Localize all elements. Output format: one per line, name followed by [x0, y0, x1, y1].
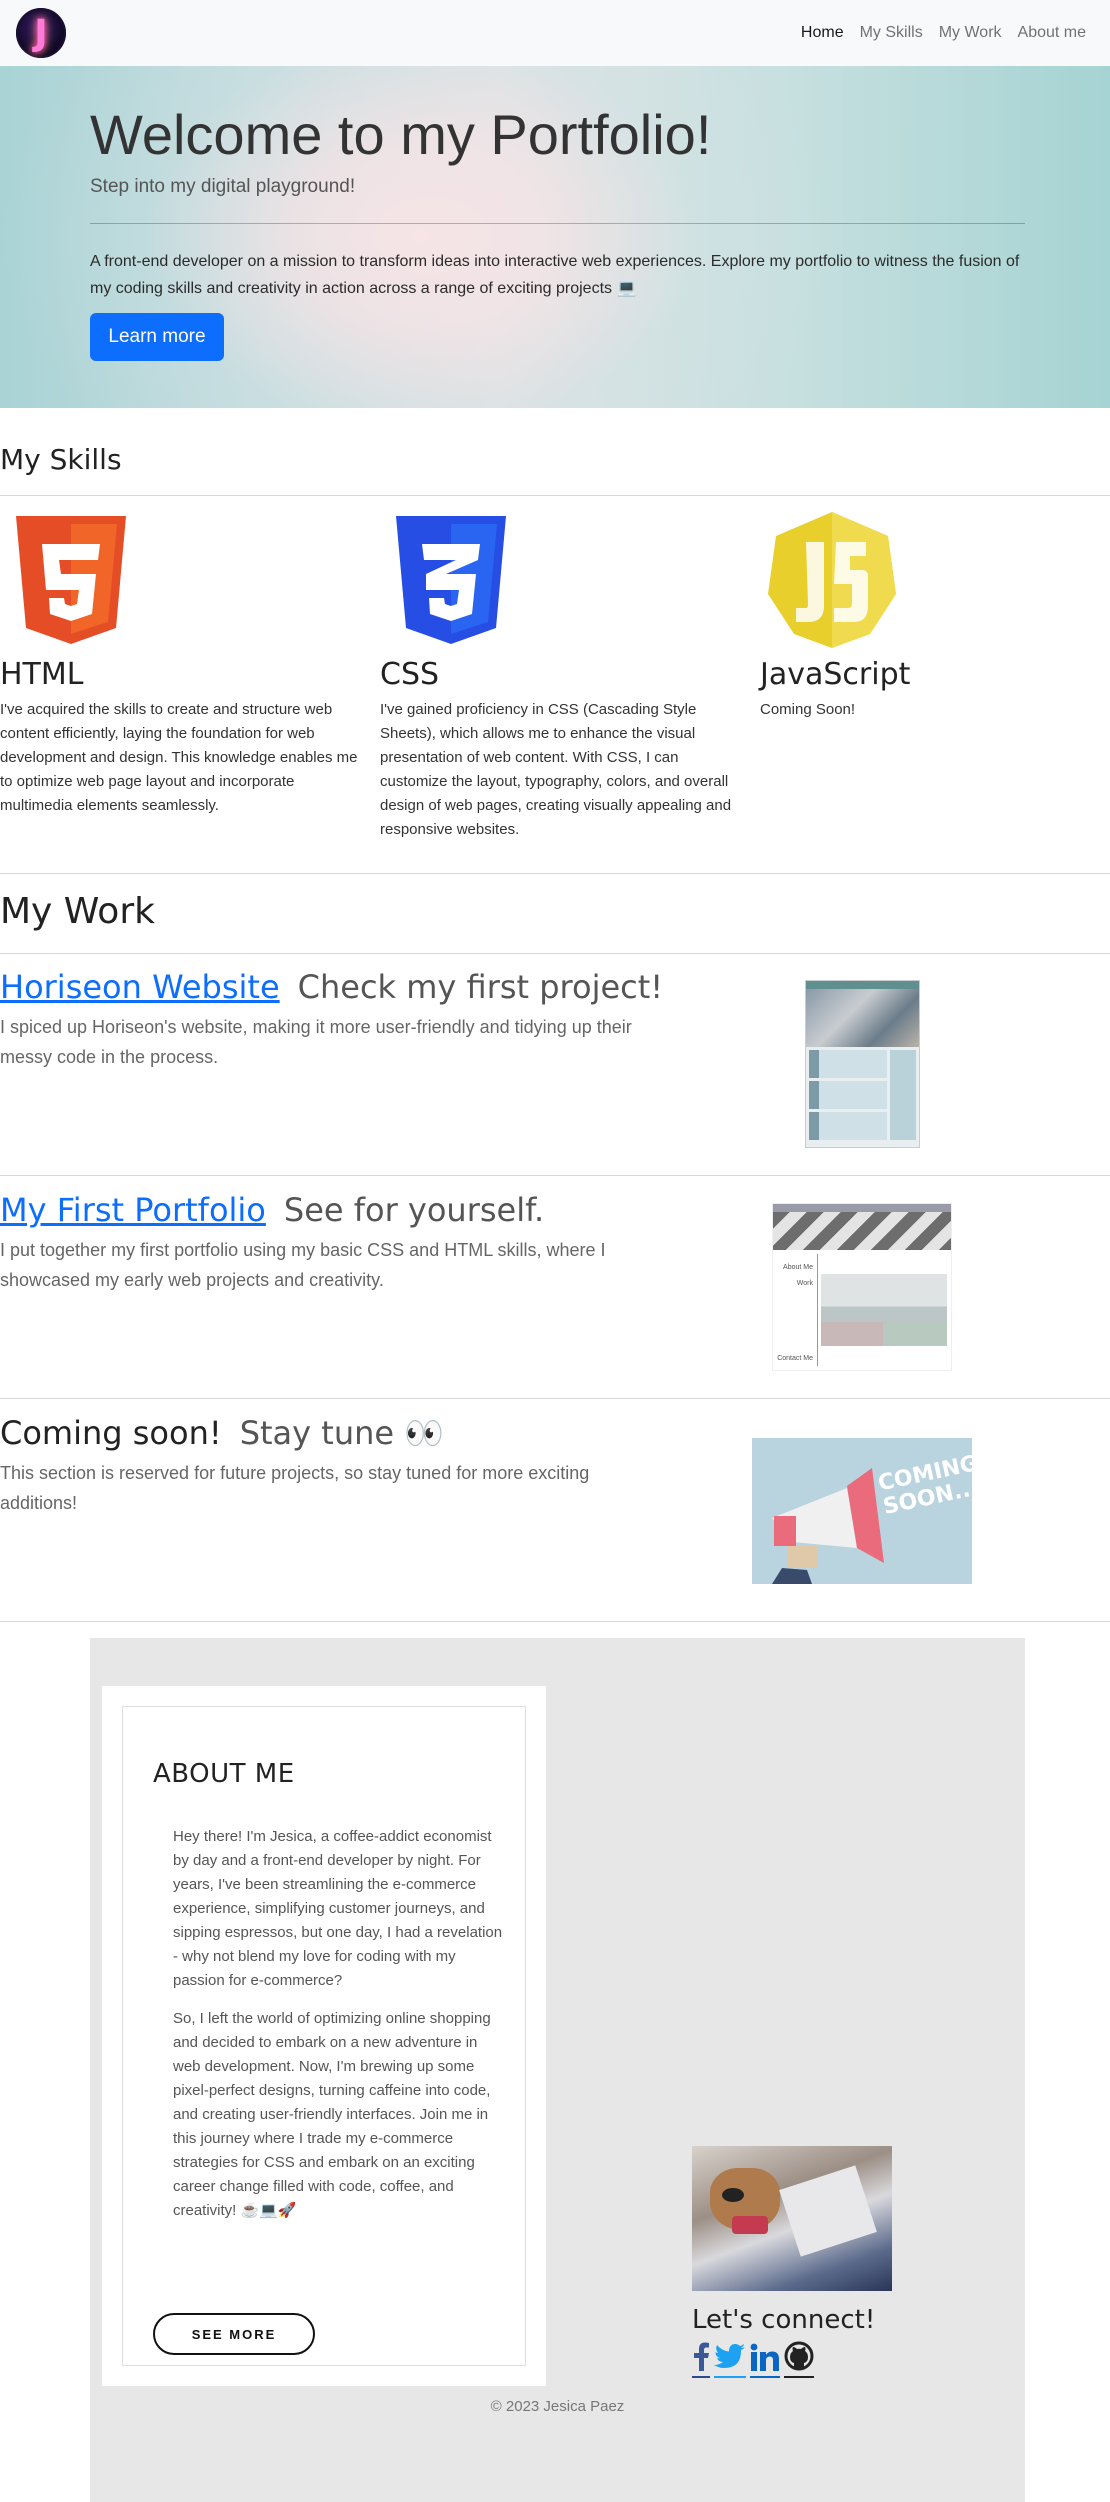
hero-divider: [90, 223, 1025, 224]
work-divider-3: [0, 1398, 1110, 1399]
skill-card-css: CSS I've gained proficiency in CSS (Casc…: [380, 510, 740, 842]
twitter-icon[interactable]: [714, 2343, 746, 2378]
nav-link-home[interactable]: Home: [793, 24, 852, 42]
skills-divider: [0, 495, 1110, 496]
about-text: Hey there! I'm Jesica, a coffee-addict e…: [173, 1825, 508, 2237]
hero-section: Welcome to my Portfolio! Step into my di…: [0, 66, 1110, 408]
work-tagline: See for yourself.: [283, 1191, 545, 1229]
logo-letter: J: [34, 12, 48, 54]
nav-link-about-me[interactable]: About me: [1010, 24, 1094, 42]
footer-copyright: © 2023 Jesica Paez: [490, 2398, 625, 2415]
skill-text-javascript: Coming Soon!: [760, 701, 856, 718]
nav-link-my-skills[interactable]: My Skills: [852, 24, 931, 42]
hero-title: Welcome to my Portfolio!: [90, 103, 712, 166]
connect-block: Let's connect!: [692, 2146, 892, 2378]
see-more-button[interactable]: SEE MORE: [153, 2313, 315, 2355]
about-paragraph: Hey there! I'm Jesica, a coffee-addict e…: [173, 1828, 503, 1989]
work-tagline: Stay tune 👀: [239, 1414, 445, 1452]
about-section: ABOUT ME Hey there! I'm Jesica, a coffee…: [90, 1638, 1025, 2502]
facebook-icon[interactable]: [692, 2341, 710, 2378]
skill-title-html: HTML: [0, 657, 84, 692]
work-item-horiseon: Horiseon Website Check my first project! …: [0, 968, 1110, 1072]
work-description: This section is reserved for future proj…: [0, 1463, 590, 1513]
coming-soon-image: COMING SOON...: [752, 1438, 972, 1584]
skill-title-javascript: JavaScript: [760, 657, 911, 692]
work-description: I put together my first portfolio using …: [0, 1240, 606, 1290]
linkedin-icon[interactable]: [750, 2343, 780, 2378]
about-heading: ABOUT ME: [153, 1759, 295, 1789]
about-card: ABOUT ME Hey there! I'm Jesica, a coffee…: [102, 1686, 546, 2386]
skill-title-css: CSS: [380, 657, 440, 692]
work-description: I spiced up Horiseon's website, making i…: [0, 1017, 632, 1067]
site-logo[interactable]: J: [16, 8, 66, 58]
about-card-inner: ABOUT ME Hey there! I'm Jesica, a coffee…: [122, 1706, 526, 2366]
work-divider: [0, 953, 1110, 954]
portfolio-thumbnail[interactable]: About Me Work Contact Me: [772, 1203, 952, 1371]
hero-subtitle: Step into my digital playground!: [90, 176, 356, 197]
nav-link-my-work[interactable]: My Work: [931, 24, 1010, 42]
work-title: Horiseon Website Check my first project!: [0, 968, 1110, 1006]
skill-card-javascript: JavaScript Coming Soon!: [760, 510, 1110, 722]
coming-soon-title: Coming soon!: [0, 1414, 222, 1452]
hero-description: A front-end developer on a mission to tr…: [90, 253, 1020, 297]
thumb-label-work: Work: [796, 1280, 813, 1287]
thumb-label-about: About Me: [783, 1264, 813, 1271]
work-heading: My Work: [0, 891, 155, 932]
js-icon: [768, 512, 896, 648]
learn-more-button[interactable]: Learn more: [90, 313, 224, 361]
skills-heading: My Skills: [0, 443, 122, 476]
navbar: J Home My Skills My Work About me: [0, 0, 1110, 66]
skill-text-html: I've acquired the skills to create and s…: [0, 701, 358, 814]
social-links: [692, 2341, 892, 2378]
css3-icon: [396, 516, 506, 644]
work-bottom-divider: [0, 1621, 1110, 1622]
horiseon-thumbnail[interactable]: [805, 980, 920, 1148]
thumb-label-contact: Contact Me: [777, 1355, 813, 1362]
work-divider-2: [0, 1175, 1110, 1176]
html5-icon: [16, 516, 126, 644]
skill-text-css: I've gained proficiency in CSS (Cascadin…: [380, 701, 732, 838]
about-paragraph: So, I left the world of optimizing onlin…: [173, 2010, 491, 2219]
skill-card-html: HTML I've acquired the skills to create …: [0, 510, 360, 818]
horiseon-link[interactable]: Horiseon Website: [0, 968, 280, 1006]
work-tagline: Check my first project!: [297, 968, 664, 1006]
skills-bottom-divider: [0, 873, 1110, 874]
github-icon[interactable]: [784, 2341, 814, 2378]
connect-heading: Let's connect!: [692, 2305, 876, 2335]
nav-links: Home My Skills My Work About me: [793, 24, 1094, 42]
profile-photo: [692, 2146, 892, 2291]
first-portfolio-link[interactable]: My First Portfolio: [0, 1191, 266, 1229]
